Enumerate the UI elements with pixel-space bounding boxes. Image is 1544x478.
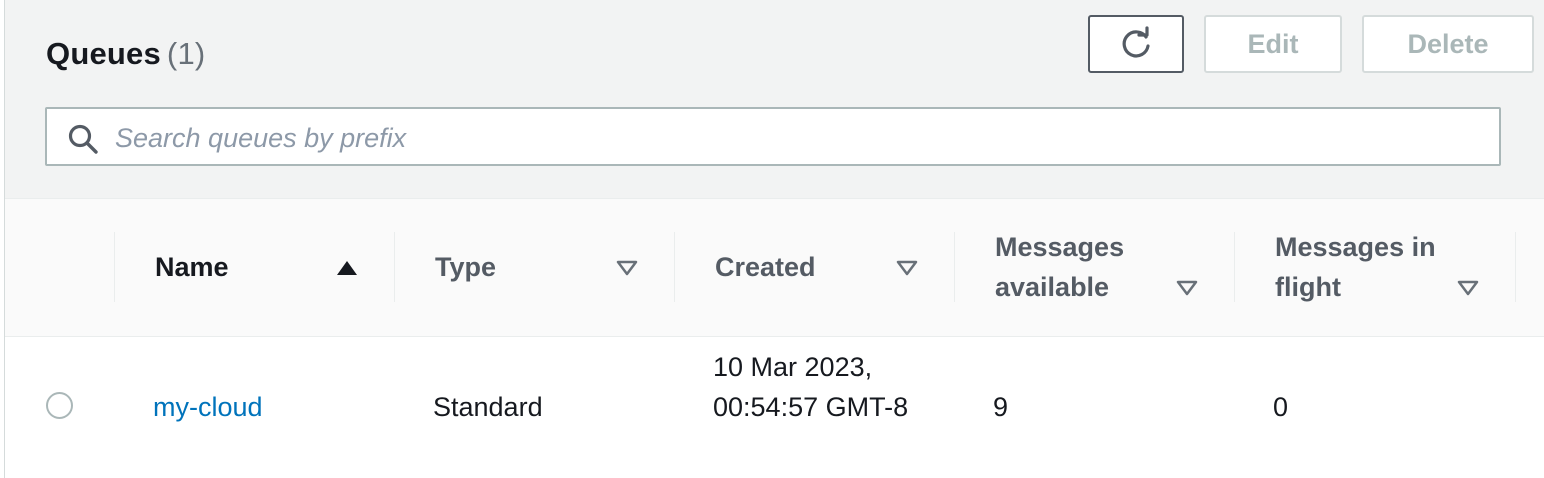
column-label-created: Created bbox=[715, 252, 816, 282]
column-header-messages-available[interactable]: Messages available bbox=[954, 232, 1234, 302]
row-select-radio[interactable] bbox=[46, 392, 73, 419]
refresh-button[interactable] bbox=[1088, 15, 1184, 73]
sort-ascending-icon bbox=[337, 261, 357, 275]
column-header-name[interactable]: Name bbox=[114, 232, 394, 302]
sort-descending-icon bbox=[616, 260, 638, 276]
queue-messages-available: 9 bbox=[993, 392, 1009, 422]
sort-descending-icon bbox=[1176, 280, 1198, 296]
search-field[interactable] bbox=[45, 107, 1501, 166]
queues-panel: Queues(1) Edit Delete Name Type bbox=[4, 0, 1544, 478]
title-text: Queues bbox=[46, 36, 161, 71]
sort-descending-icon bbox=[1457, 280, 1479, 296]
refresh-icon bbox=[1122, 26, 1150, 58]
panel-header: Queues (1) Edit Delete bbox=[5, 0, 1544, 199]
column-header-created[interactable]: Created bbox=[674, 232, 954, 302]
column-label-type: Type bbox=[435, 252, 497, 282]
edit-button[interactable]: Edit bbox=[1204, 15, 1342, 73]
column-header-messages-in-flight[interactable]: Messages in flight bbox=[1234, 232, 1515, 302]
search-input[interactable] bbox=[113, 117, 1477, 159]
page-title: Queues (1) bbox=[46, 36, 205, 72]
queue-type: Standard bbox=[433, 392, 543, 422]
queue-messages-in-flight: 0 bbox=[1273, 392, 1289, 422]
queue-count: (1) bbox=[166, 36, 206, 71]
delete-button[interactable]: Delete bbox=[1362, 15, 1534, 73]
column-header-type[interactable]: Type bbox=[394, 232, 674, 302]
search-icon bbox=[68, 124, 98, 154]
table-header: Name Type Created Messages available Mes… bbox=[5, 199, 1544, 337]
column-label-messages-in-flight: Messages in flight bbox=[1275, 232, 1436, 302]
column-label-name: Name bbox=[155, 252, 229, 282]
queue-created: 10 Mar 2023, 00:54:57 GMT-8 bbox=[713, 352, 909, 422]
queue-name-link[interactable]: my-cloud bbox=[153, 387, 263, 427]
sort-descending-icon bbox=[896, 260, 918, 276]
column-label-messages-available: Messages available bbox=[995, 232, 1125, 302]
column-divider bbox=[1515, 232, 1516, 302]
